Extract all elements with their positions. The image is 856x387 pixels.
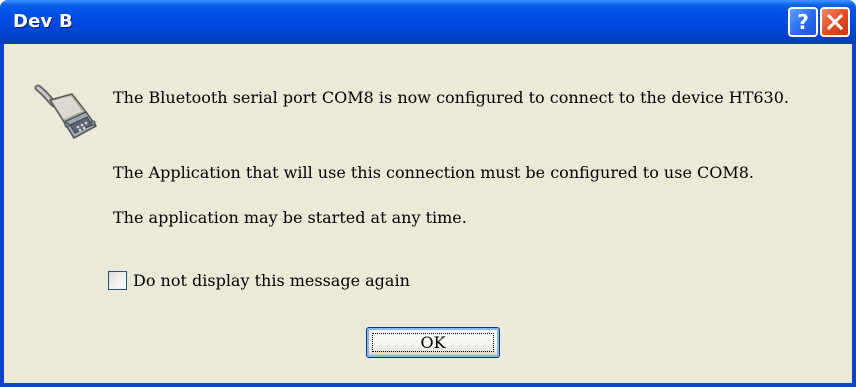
dialog-body: The Bluetooth serial port COM8 is now co… (4, 44, 852, 383)
serial-port-icon (34, 84, 98, 139)
message-line-3: The application may be started at any ti… (113, 208, 467, 227)
title-bar[interactable]: Dev B ? (0, 0, 856, 44)
ok-button[interactable]: OK (366, 327, 500, 358)
dont-show-again-label[interactable]: Do not display this message again (133, 271, 410, 290)
window-title: Dev B (13, 11, 73, 32)
dialog-window: Dev B ? The Bluetooth serial port COM8 i… (0, 0, 856, 387)
message-line-2: The Application that will use this conne… (113, 163, 755, 182)
close-icon (826, 13, 844, 31)
dont-show-again-checkbox[interactable] (108, 271, 127, 290)
ok-button-label: OK (420, 333, 446, 352)
close-button[interactable] (820, 7, 850, 37)
message-line-1: The Bluetooth serial port COM8 is now co… (113, 88, 789, 107)
help-button[interactable]: ? (788, 7, 818, 37)
help-icon: ? (797, 10, 809, 34)
dont-show-again-row[interactable]: Do not display this message again (108, 271, 410, 290)
